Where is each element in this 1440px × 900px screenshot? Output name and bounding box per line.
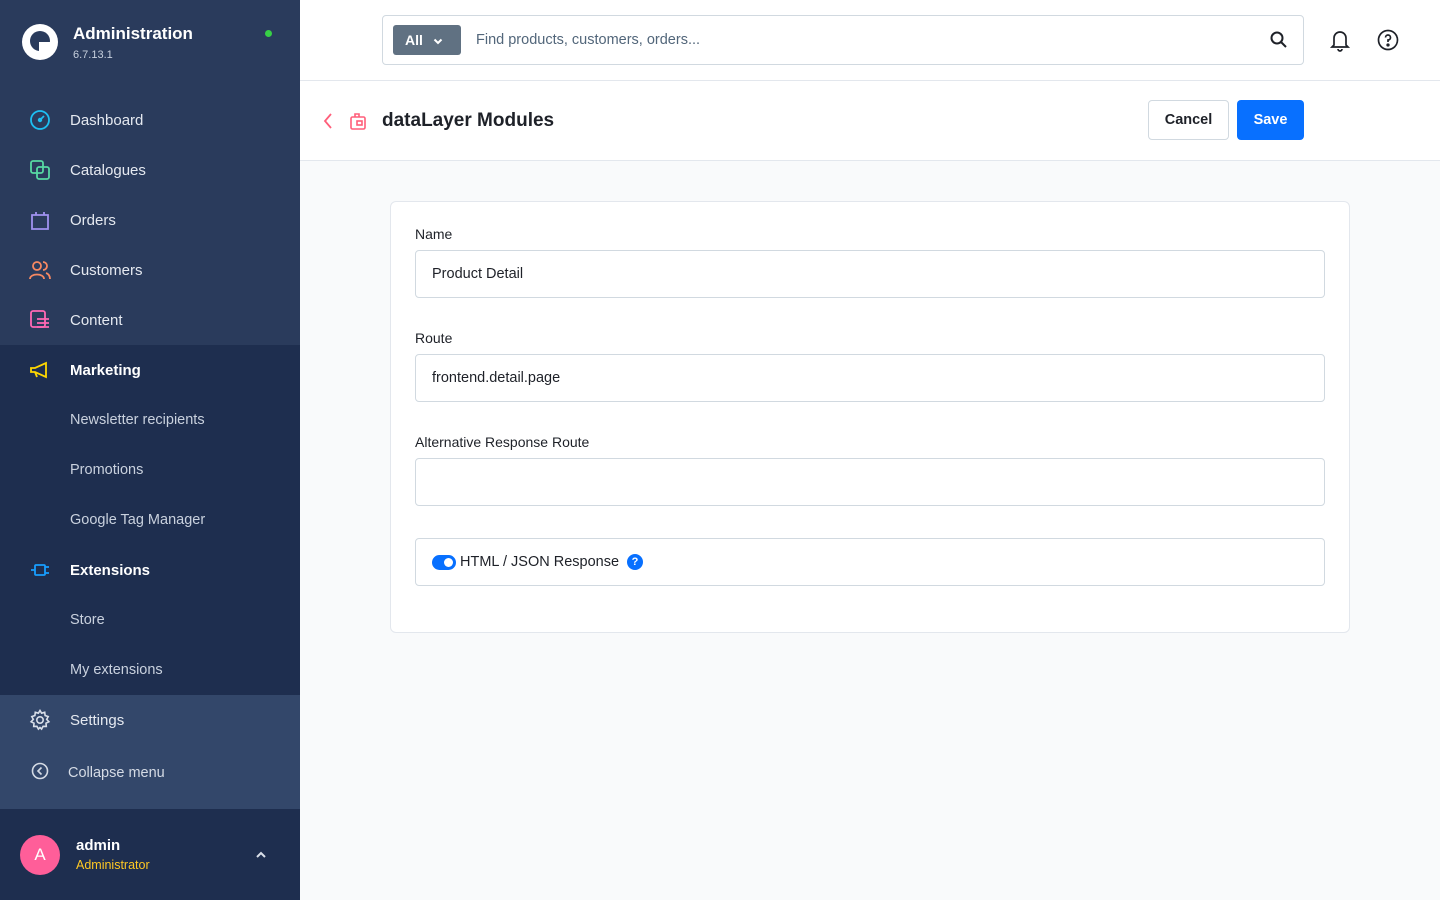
- dashboard-icon: [28, 108, 52, 132]
- sidebar-item-promotions[interactable]: Promotions: [0, 445, 300, 495]
- shopware-logo-icon: [22, 24, 58, 60]
- name-label: Name: [415, 226, 453, 242]
- sidebar-item-my-extensions[interactable]: My extensions: [0, 645, 300, 695]
- help-tooltip-icon[interactable]: ?: [627, 554, 644, 570]
- sidebar-item-label: Customers: [70, 261, 143, 279]
- marketing-group: Marketing Newsletter recipients Promotio…: [0, 345, 300, 695]
- sidebar-item-newsletter-recipients[interactable]: Newsletter recipients: [0, 395, 300, 445]
- sidebar-item-label: Settings: [70, 711, 125, 729]
- datalayer-module-form: Name Route Alternative Response Route HT…: [390, 201, 1350, 633]
- user-menu[interactable]: A admin Administrator: [0, 809, 300, 900]
- plug-icon: [28, 558, 52, 582]
- html-json-response-toggle[interactable]: [432, 554, 456, 570]
- name-field[interactable]: [415, 250, 1325, 298]
- chevron-up-icon[interactable]: [254, 847, 268, 865]
- route-label: Route: [415, 330, 453, 346]
- route-field[interactable]: [415, 354, 1325, 402]
- gear-icon: [28, 708, 52, 732]
- sidebar-item-label: Dashboard: [70, 111, 144, 129]
- sidebar-item-label: Catalogues: [70, 161, 146, 179]
- sidebar-item-google-tag-manager[interactable]: Google Tag Manager: [0, 495, 300, 545]
- user-role: Administrator: [76, 858, 150, 872]
- shopping-bag-icon: [28, 208, 52, 232]
- main-nav: Dashboard Catalogues Orders Customers Co…: [0, 95, 300, 695]
- sidebar-item-extensions[interactable]: Extensions: [0, 545, 300, 595]
- sidebar-item-label: Marketing: [70, 361, 141, 379]
- sidebar-item-dashboard[interactable]: Dashboard: [0, 95, 300, 145]
- sidebar-item-catalogues[interactable]: Catalogues: [0, 145, 300, 195]
- sidebar-item-content[interactable]: Content: [0, 295, 300, 345]
- avatar: A: [20, 834, 60, 875]
- sidebar-item-label: Orders: [70, 211, 116, 229]
- user-name: admin: [76, 837, 121, 854]
- search-type-label: All: [405, 32, 423, 48]
- sidebar-item-customers[interactable]: Customers: [0, 245, 300, 295]
- users-icon: [28, 258, 52, 282]
- content-icon: [28, 308, 52, 332]
- extension-module-icon: [348, 111, 368, 136]
- alternative-response-route-field[interactable]: [415, 458, 1325, 506]
- notifications-bell-icon[interactable]: [1328, 28, 1352, 57]
- html-json-response-label: HTML / JSON Response: [460, 554, 620, 570]
- settings-block: Settings Collapse menu: [0, 695, 300, 809]
- global-search: All: [382, 15, 1304, 65]
- sidebar-item-settings[interactable]: Settings: [0, 695, 300, 745]
- save-button[interactable]: Save: [1237, 100, 1304, 140]
- top-bar: All: [300, 0, 1440, 81]
- sidebar-item-orders[interactable]: Orders: [0, 195, 300, 245]
- collapse-menu-button[interactable]: Collapse menu: [0, 745, 300, 801]
- back-arrow-icon[interactable]: [322, 112, 334, 135]
- brand-title: Administration: [73, 23, 193, 43]
- sidebar-item-marketing[interactable]: Marketing: [0, 345, 300, 395]
- collapse-menu-label: Collapse menu: [68, 765, 165, 781]
- page-header: dataLayer Modules Cancel Save: [300, 81, 1440, 161]
- alternative-response-route-label: Alternative Response Route: [415, 434, 590, 450]
- sidebar-item-label: Content: [70, 311, 123, 329]
- html-json-response-field: HTML / JSON Response ?: [415, 538, 1325, 586]
- chevron-left-circle-icon: [31, 762, 49, 784]
- search-type-dropdown[interactable]: All: [393, 25, 461, 55]
- help-circle-icon[interactable]: [1376, 28, 1400, 57]
- cancel-button[interactable]: Cancel: [1148, 100, 1229, 140]
- brand-version: 6.7.13.1: [73, 48, 113, 61]
- sidebar-item-label: Extensions: [70, 561, 151, 579]
- online-status-dot: [265, 30, 272, 37]
- sidebar-item-store[interactable]: Store: [0, 595, 300, 645]
- page-title: dataLayer Modules: [382, 110, 555, 131]
- catalogues-icon: [28, 158, 52, 182]
- sidebar: Administration 6.7.13.1 Dashboard Catalo…: [0, 0, 300, 900]
- chevron-down-icon: [433, 32, 443, 48]
- megaphone-icon: [28, 358, 52, 382]
- search-icon[interactable]: [1269, 30, 1289, 55]
- search-input[interactable]: [476, 32, 1236, 48]
- brand: Administration 6.7.13.1: [0, 0, 300, 84]
